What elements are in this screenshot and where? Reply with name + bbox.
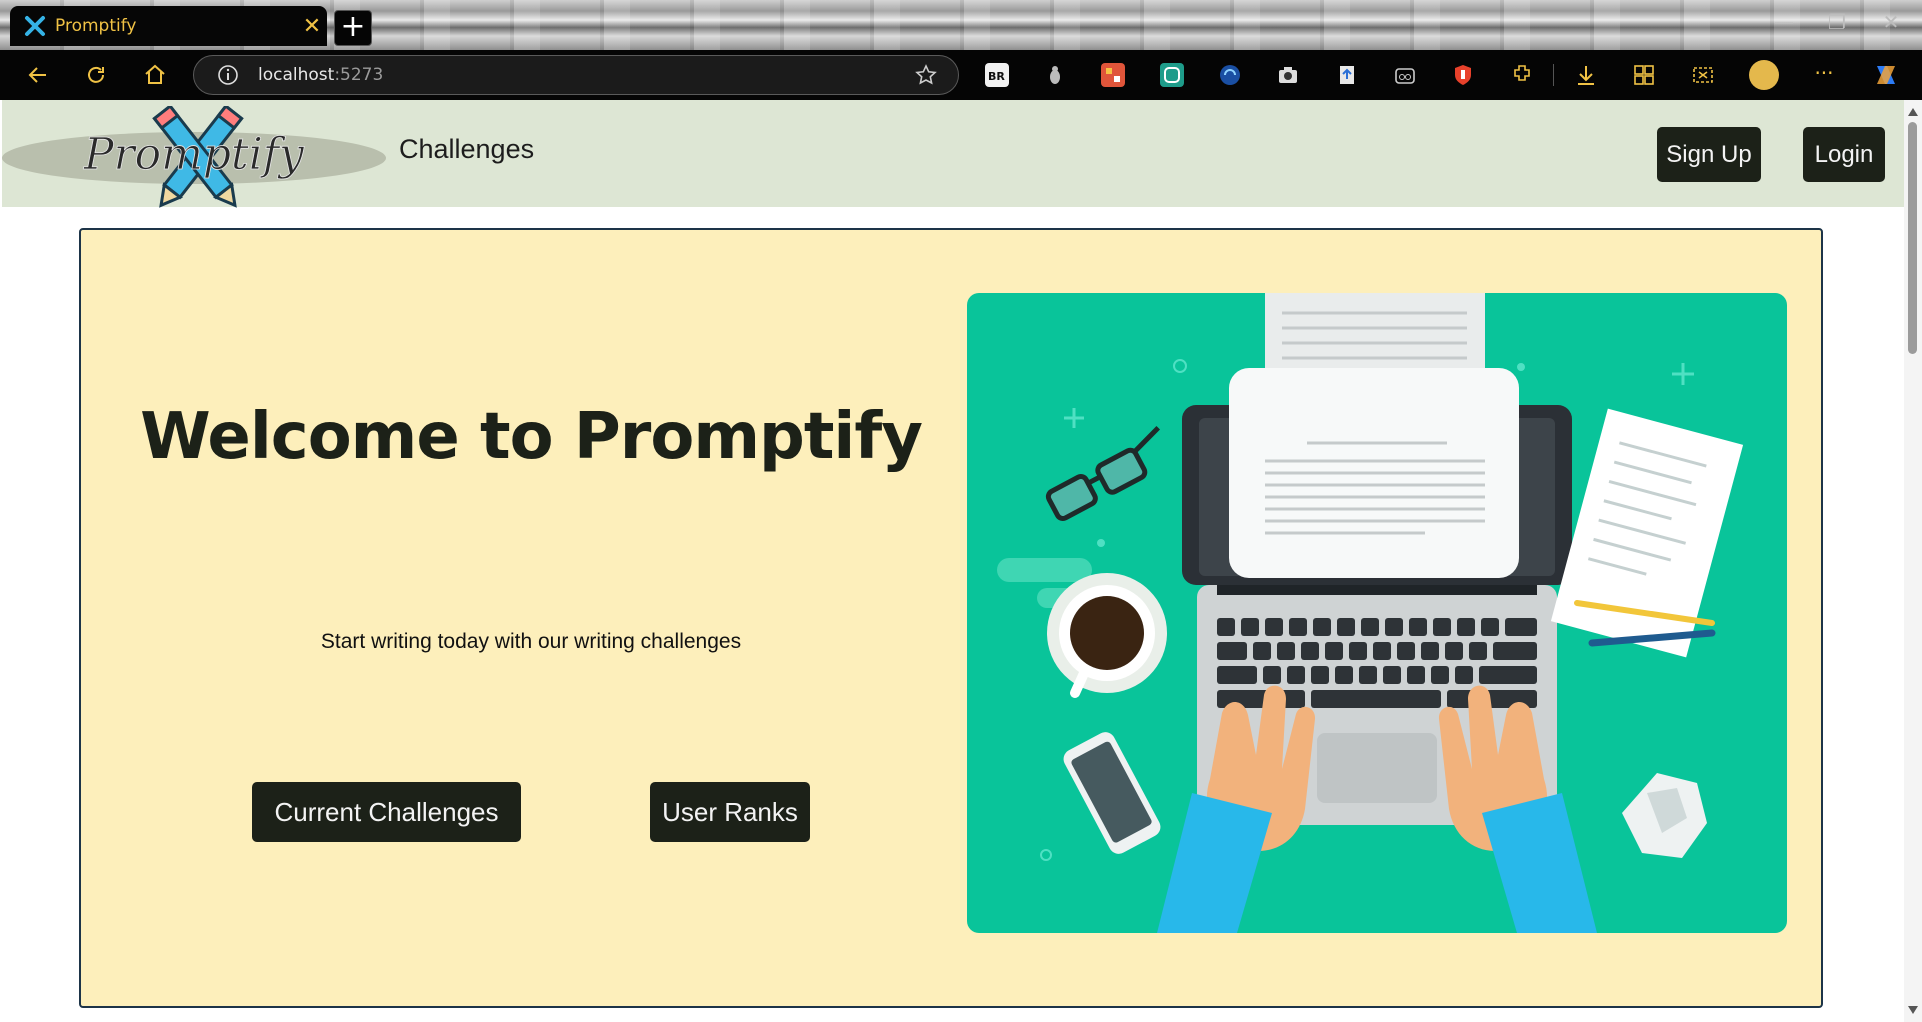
url-host: localhost (258, 65, 335, 85)
teal-extension-icon[interactable] (1160, 63, 1184, 87)
screenshot-icon[interactable] (1691, 63, 1715, 87)
scroll-down-icon[interactable] (1908, 1006, 1918, 1014)
glasses-extension-icon[interactable] (1393, 63, 1417, 87)
hero-title: Welcome to Promptify (140, 400, 923, 474)
hero-section: Welcome to Promptify Start writing today… (79, 228, 1823, 1008)
current-challenges-button[interactable]: Current Challenges (252, 782, 521, 842)
tab-title: Promptify (55, 16, 137, 36)
svg-text:BR: BR (988, 70, 1005, 83)
toolbar-divider (1553, 64, 1554, 86)
url-text: localhost:5273 (258, 65, 383, 85)
window-controls: — ❐ ✕ (1774, 10, 1900, 34)
hero-illustration (967, 293, 1787, 933)
minimize-icon[interactable]: — (1774, 10, 1794, 34)
site-info-icon[interactable] (216, 63, 240, 87)
login-button[interactable]: Login (1803, 127, 1885, 182)
back-icon[interactable] (22, 59, 54, 91)
hero-subtitle: Start writing today with our writing cha… (320, 630, 742, 653)
copilot-icon[interactable] (1871, 60, 1901, 90)
favorite-star-icon[interactable] (914, 63, 938, 87)
upload-extension-icon[interactable] (1335, 63, 1359, 87)
blue-circle-extension-icon[interactable] (1218, 63, 1242, 87)
browser-toolbar: localhost:5273 BR ··· (0, 50, 1922, 100)
new-tab-button[interactable]: + (334, 10, 372, 46)
bug-extension-icon[interactable] (1043, 63, 1067, 87)
scroll-up-icon[interactable] (1908, 108, 1918, 116)
user-ranks-button[interactable]: User Ranks (650, 782, 810, 842)
url-port: :5273 (334, 65, 384, 85)
restore-icon[interactable]: ❐ (1828, 10, 1846, 34)
logo-wordmark: Promptify (83, 129, 305, 180)
downloads-icon[interactable] (1574, 63, 1598, 87)
collections-icon[interactable] (1632, 63, 1656, 87)
camera-extension-icon[interactable] (1276, 63, 1300, 87)
address-bar[interactable]: localhost:5273 (193, 55, 959, 95)
refresh-icon[interactable] (80, 59, 112, 91)
page-content: Promptify Challenges Sign Up Login Welco… (0, 100, 1904, 1022)
puzzle-game-extension-icon[interactable] (1101, 63, 1125, 87)
page-scrollbar[interactable] (1904, 100, 1922, 1022)
nav-challenges-link[interactable]: Challenges (399, 134, 534, 165)
more-menu-icon[interactable]: ··· (1812, 63, 1836, 87)
window-close-icon[interactable]: ✕ (1882, 10, 1900, 34)
home-icon[interactable] (139, 59, 171, 91)
scroll-thumb[interactable] (1908, 122, 1917, 354)
promptify-logo[interactable]: Promptify (2, 104, 387, 208)
promptify-favicon-icon (23, 14, 47, 38)
extensions-puzzle-icon[interactable] (1510, 63, 1534, 87)
browser-tab[interactable]: Promptify ✕ (10, 6, 327, 46)
sign-up-button[interactable]: Sign Up (1657, 127, 1761, 182)
tab-close-icon[interactable]: ✕ (297, 14, 327, 39)
profile-avatar[interactable] (1749, 60, 1779, 90)
site-header: Promptify Challenges Sign Up Login (2, 100, 1904, 208)
br-extension-icon[interactable]: BR (985, 63, 1009, 87)
shield-extension-icon[interactable] (1451, 63, 1475, 87)
